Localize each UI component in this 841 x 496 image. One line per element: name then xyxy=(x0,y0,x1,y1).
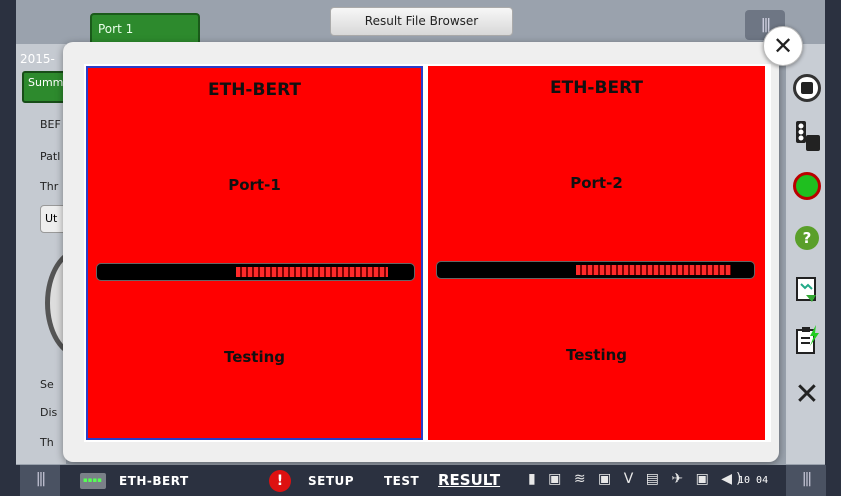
panel-title: ETH-BERT xyxy=(208,80,301,100)
panel-status: Testing xyxy=(565,346,628,364)
port-1-tab[interactable]: Port 1 xyxy=(90,13,200,43)
test-tab[interactable]: TEST xyxy=(384,474,419,488)
result-tab[interactable]: RESULT xyxy=(438,471,500,489)
background-label-se: Se xyxy=(40,378,54,391)
traffic-light-icon xyxy=(796,121,820,151)
background-date: 2015- xyxy=(20,52,55,66)
report-icon xyxy=(796,277,816,302)
status-led-icon xyxy=(793,172,821,200)
system-tray-icons: ▮ ▣ ≋ ▣ V ▤ ✈ ▣ ◀) xyxy=(528,471,746,487)
panel-port-label: Port-1 xyxy=(228,176,281,194)
module-icon xyxy=(80,473,106,489)
progress-bar xyxy=(436,261,755,279)
background-label-path: Patl xyxy=(40,150,61,163)
device-frame: Port 1 Result File Browser ||| 2015- Sum… xyxy=(0,0,841,496)
background-label-dis: Dis xyxy=(40,406,58,419)
progress-fill xyxy=(236,267,388,277)
progress-bar xyxy=(96,263,415,281)
background-left-panel xyxy=(16,44,66,464)
report-button[interactable] xyxy=(789,272,825,308)
clipboard-icon xyxy=(796,325,819,354)
clipboard-button[interactable] xyxy=(789,322,825,358)
progress-fill xyxy=(576,265,731,275)
background-label-thr: Thr xyxy=(40,180,59,193)
clock: 10 04 xyxy=(738,475,769,486)
alert-icon[interactable]: ! xyxy=(269,470,291,492)
background-label-ber: BEF xyxy=(40,118,61,131)
background-label-th: Th xyxy=(40,436,54,449)
exit-button[interactable]: ✕ xyxy=(789,376,825,412)
module-label[interactable]: ETH-BERT xyxy=(119,474,189,488)
panel-status: Testing xyxy=(223,348,286,366)
port-1-status-panel[interactable]: ETH-BERT Port-1 Testing xyxy=(86,66,423,440)
panel-port-label: Port-2 xyxy=(570,174,623,192)
panel-title: ETH-BERT xyxy=(550,78,643,98)
stop-icon xyxy=(793,74,821,102)
traffic-button[interactable] xyxy=(789,118,825,154)
background-summary-tab[interactable]: Summ xyxy=(22,71,66,103)
help-icon: ? xyxy=(795,226,819,250)
port-2-status-panel[interactable]: ETH-BERT Port-2 Testing xyxy=(428,66,765,440)
status-led-button[interactable] xyxy=(789,168,825,204)
result-file-browser-tab[interactable]: Result File Browser xyxy=(330,7,513,36)
close-icon: ✕ xyxy=(794,376,820,412)
stop-button[interactable] xyxy=(789,70,825,106)
bottom-status-bar: ||| ETH-BERT ! SETUP TEST RESULT ▮ ▣ ≋ ▣… xyxy=(16,465,826,496)
setup-tab[interactable]: SETUP xyxy=(308,474,354,488)
close-dialog-button[interactable]: ✕ xyxy=(763,26,803,66)
bottom-left-grip-handle[interactable]: ||| xyxy=(20,465,60,496)
help-button[interactable]: ? xyxy=(789,220,825,256)
bottom-right-grip-handle[interactable]: ||| xyxy=(786,465,826,496)
close-icon: ✕ xyxy=(772,32,794,60)
